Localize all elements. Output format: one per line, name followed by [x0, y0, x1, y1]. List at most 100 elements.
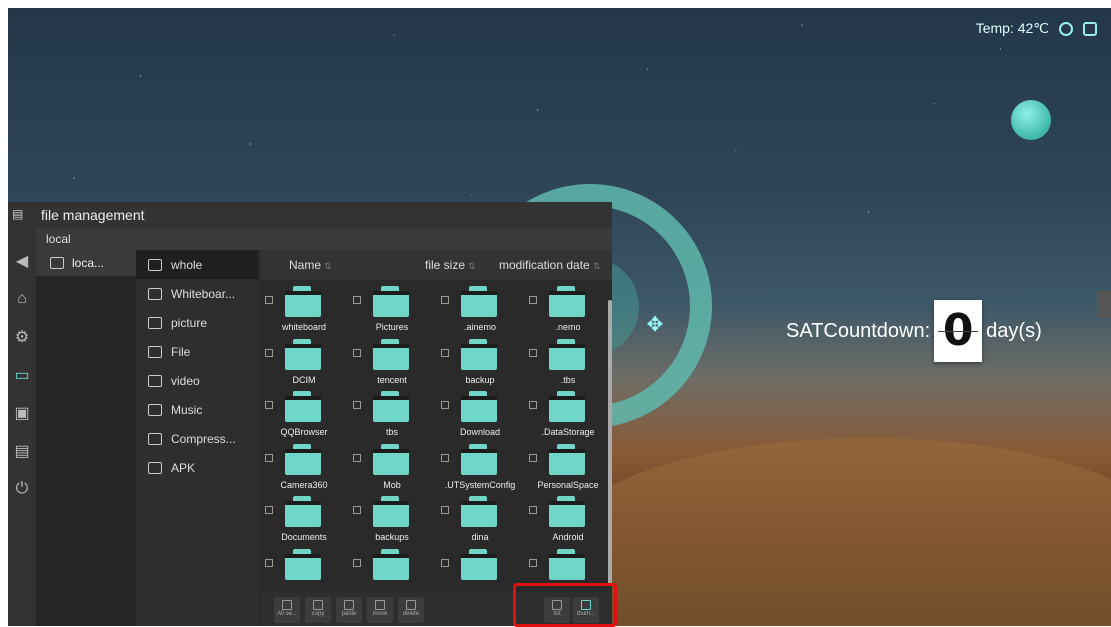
folder-name: PersonalSpace	[537, 479, 599, 490]
select-checkbox[interactable]	[353, 453, 361, 462]
folder-item[interactable]: Mob	[353, 442, 439, 494]
category-item-whiteboard[interactable]: Whiteboar...	[136, 279, 258, 308]
folder-item[interactable]: .nemo	[529, 284, 605, 336]
select-checkbox[interactable]	[529, 558, 537, 567]
select-checkbox[interactable]	[265, 453, 273, 462]
folder-item[interactable]: backup	[441, 337, 527, 389]
folder-item[interactable]: Camera360	[265, 442, 351, 494]
category-item-picture[interactable]: picture	[136, 308, 258, 337]
select-checkbox[interactable]	[441, 506, 449, 514]
folder-item[interactable]: .DataStorage	[529, 389, 605, 441]
folder-item[interactable]: backups	[353, 494, 439, 546]
folder-name: .tbs	[560, 374, 576, 385]
folder-item[interactable]: dina	[441, 494, 527, 546]
status-bar: Temp: 42℃	[976, 20, 1097, 37]
folder-icon[interactable]: ▭	[8, 356, 36, 394]
folder-icon	[547, 389, 587, 423]
select-checkbox[interactable]	[265, 348, 273, 357]
folder-icon	[459, 547, 499, 581]
settings-icon[interactable]: ⚙	[8, 318, 36, 356]
copy-button[interactable]: copy	[305, 597, 331, 623]
select-checkbox[interactable]	[529, 296, 537, 304]
all-files-icon	[148, 258, 162, 271]
side-panel-handle[interactable]	[1097, 290, 1111, 318]
home-icon[interactable]: ⌂	[8, 280, 36, 318]
folder-item[interactable]: .tbs	[529, 337, 605, 389]
category-label: Music	[171, 402, 203, 417]
folder-item[interactable]: Android	[529, 494, 605, 546]
category-label: APK	[171, 460, 196, 475]
folder-name: DCIM	[292, 374, 316, 385]
select-checkbox[interactable]	[441, 296, 449, 304]
storage-item-local[interactable]: loca...	[36, 250, 136, 276]
back-icon[interactable]: ◀	[8, 242, 36, 280]
select-checkbox[interactable]	[441, 401, 449, 409]
folder-name: Camera360	[280, 479, 328, 490]
sort-by-date[interactable]: modification date ⇅	[499, 258, 600, 272]
folder-item[interactable]: .ainemo	[441, 284, 527, 336]
folder-icon	[547, 547, 587, 581]
desert-hills	[568, 438, 1111, 626]
breadcrumb[interactable]: local	[36, 228, 612, 250]
category-item-music[interactable]: Music	[136, 395, 258, 424]
delete-button[interactable]: delete	[398, 597, 424, 623]
select-checkbox[interactable]	[265, 558, 273, 567]
select-checkbox[interactable]	[529, 453, 537, 462]
category-label: Whiteboar...	[171, 286, 236, 301]
select-checkbox[interactable]	[353, 296, 361, 304]
folder-item[interactable]: PersonalSpace	[529, 442, 605, 494]
select-checkbox[interactable]	[353, 558, 361, 567]
folder-item[interactable]: tencent	[353, 337, 439, 389]
select-checkbox[interactable]	[441, 558, 449, 567]
category-label: File	[171, 344, 191, 359]
select-checkbox[interactable]	[265, 506, 273, 514]
folder-item[interactable]	[353, 547, 439, 591]
folder-item[interactable]: Download	[441, 389, 527, 441]
apps-icon[interactable]: ✥	[644, 314, 666, 336]
category-item-apk[interactable]: APK	[136, 453, 258, 482]
category-item-whole[interactable]: whole	[136, 250, 258, 279]
select-checkbox[interactable]	[529, 348, 537, 357]
folder-item[interactable]: Pictures	[353, 284, 439, 336]
countdown-label: SATCountdown:	[786, 319, 931, 342]
sort-by-size[interactable]: file size ⇅	[425, 258, 476, 272]
folder-item[interactable]: whiteboard	[265, 284, 351, 336]
camera-icon[interactable]: ▣	[8, 394, 36, 432]
category-item-file[interactable]: File	[136, 337, 258, 366]
folder-icon	[547, 442, 587, 476]
folder-icon	[459, 442, 499, 476]
select-checkbox[interactable]	[529, 506, 537, 514]
folder-item[interactable]: DCIM	[265, 337, 351, 389]
folder-item[interactable]: QQBrowser	[265, 389, 351, 441]
sort-by-name[interactable]: Name ⇅	[289, 258, 332, 272]
select-checkbox[interactable]	[265, 401, 273, 409]
scrollbar[interactable]	[608, 300, 612, 586]
select-checkbox[interactable]	[265, 296, 273, 304]
power-icon[interactable]: ⏻	[8, 470, 36, 508]
select-checkbox[interactable]	[353, 401, 361, 409]
folder-icon	[371, 547, 411, 581]
select-checkbox[interactable]	[529, 401, 537, 409]
folder-icon	[283, 337, 323, 371]
sort-icon: ⇅	[468, 261, 476, 271]
select-checkbox[interactable]	[353, 506, 361, 514]
folder-item[interactable]	[265, 547, 351, 591]
move-button[interactable]: move	[367, 597, 393, 623]
folder-item[interactable]: tbs	[353, 389, 439, 441]
folder-icon	[283, 389, 323, 423]
select-checkbox[interactable]	[441, 453, 449, 462]
select-checkbox[interactable]	[353, 348, 361, 357]
floating-ball-button[interactable]	[1011, 100, 1051, 140]
screen-icon[interactable]: ▤	[8, 432, 36, 470]
category-item-video[interactable]: video	[136, 366, 258, 395]
folder-item[interactable]: Documents	[265, 494, 351, 546]
folder-item[interactable]: .UTSystemConfig	[441, 442, 527, 494]
select-checkbox[interactable]	[441, 348, 449, 357]
folder-icon	[371, 494, 411, 528]
column-size-label: file size	[425, 258, 466, 272]
music-icon	[148, 403, 162, 416]
select-all-button[interactable]: All se...	[274, 597, 300, 623]
category-item-compress[interactable]: Compress...	[136, 424, 258, 453]
paste-button[interactable]: paste	[336, 597, 362, 623]
button-label: paste	[341, 611, 357, 617]
